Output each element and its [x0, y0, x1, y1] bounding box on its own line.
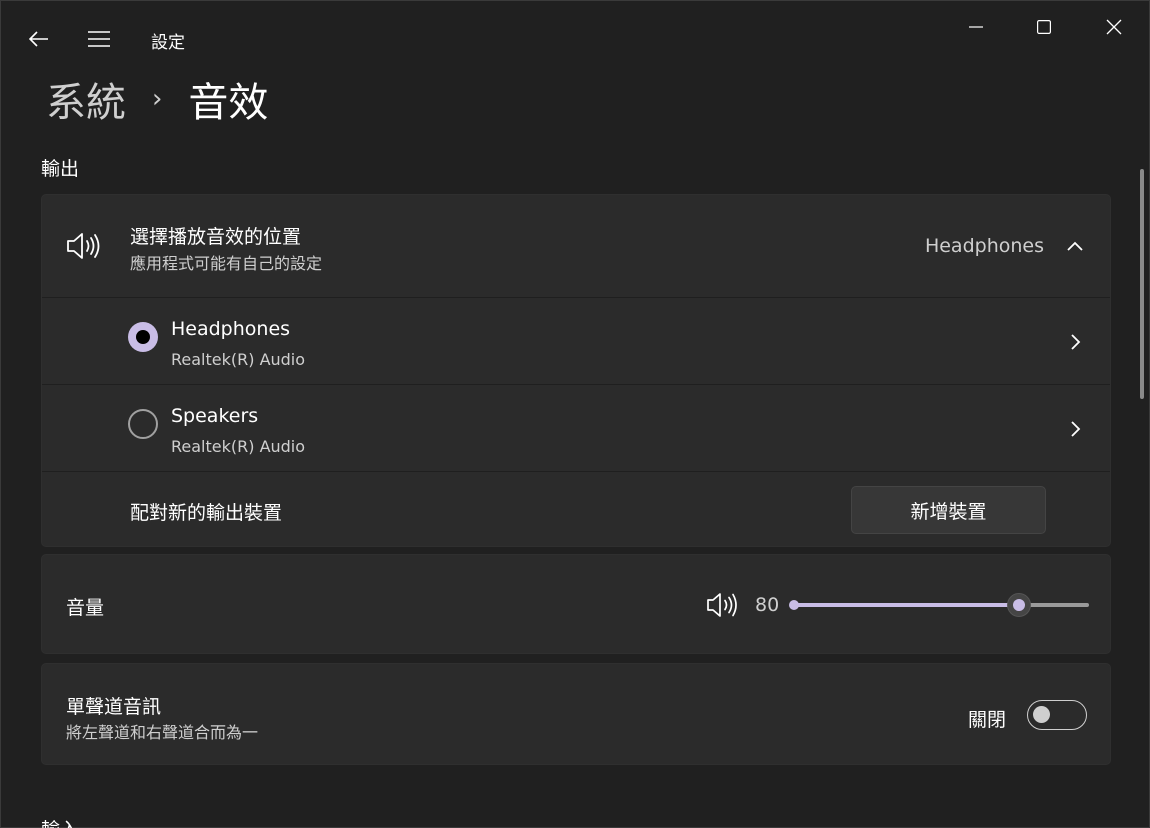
breadcrumb-separator: ›: [152, 84, 163, 114]
app-title: 設定: [151, 33, 185, 53]
output-header-subtitle: 應用程式可能有自己的設定: [130, 254, 323, 273]
minimize-button[interactable]: [953, 7, 999, 47]
output-section-label: 輸出: [41, 158, 80, 180]
add-device-button[interactable]: 新增裝置: [851, 486, 1046, 534]
maximize-icon: [1037, 20, 1051, 34]
mono-audio-title: 單聲道音訊: [66, 696, 162, 718]
device-subtitle: Realtek(R) Audio: [171, 437, 306, 456]
chevron-right-icon[interactable]: [1064, 418, 1086, 440]
chevron-right-icon[interactable]: [1064, 331, 1086, 353]
title-bar: 設定: [1, 1, 1149, 73]
radio-headphones[interactable]: [128, 322, 158, 352]
speaker-icon: [67, 233, 100, 259]
input-section-label: 輸入: [41, 815, 79, 828]
toggle-knob: [1033, 706, 1050, 723]
close-button[interactable]: [1091, 7, 1137, 47]
device-row-headphones[interactable]: Headphones Realtek(R) Audio: [42, 297, 1110, 384]
volume-card: 音量 80: [41, 554, 1111, 654]
mono-audio-subtitle: 將左聲道和右聲道合而為一: [66, 723, 259, 742]
output-header-title: 選擇播放音效的位置: [130, 226, 302, 248]
device-row-speakers[interactable]: Speakers Realtek(R) Audio: [42, 384, 1110, 471]
device-name: Speakers: [171, 405, 259, 427]
back-button[interactable]: [21, 21, 57, 57]
close-icon: [1106, 19, 1122, 35]
maximize-button[interactable]: [1021, 7, 1067, 47]
device-name: Headphones: [171, 318, 291, 340]
slider-start-dot: [789, 600, 799, 610]
volume-label: 音量: [66, 597, 105, 619]
radio-speakers[interactable]: [128, 409, 158, 439]
toggle-state-label: 關閉: [968, 709, 1007, 731]
chevron-up-icon[interactable]: [1064, 235, 1086, 257]
arrow-left-icon: [29, 31, 48, 47]
scrollbar[interactable]: [1140, 169, 1144, 399]
minimize-icon: [969, 26, 983, 28]
settings-window: 設定 系統 › 音效 輸出 選擇播放音效的位置 應用程式可能有自己的設定 Hea…: [0, 0, 1150, 828]
volume-value: 80: [755, 594, 780, 616]
breadcrumb-parent[interactable]: 系統: [46, 70, 126, 128]
mono-audio-card: 單聲道音訊 將左聲道和右聲道合而為一 關閉: [41, 663, 1111, 765]
selected-output-value: Headphones: [924, 235, 1044, 257]
breadcrumb: 系統 › 音效: [46, 71, 268, 127]
output-card: 選擇播放音效的位置 應用程式可能有自己的設定 Headphones Headph…: [41, 194, 1111, 547]
slider-fill: [791, 603, 1030, 607]
device-subtitle: Realtek(R) Audio: [171, 350, 306, 369]
output-device-expander[interactable]: 選擇播放音效的位置 應用程式可能有自己的設定 Headphones: [42, 195, 1110, 297]
slider-thumb[interactable]: [1007, 593, 1032, 617]
pair-device-label: 配對新的輸出裝置: [130, 502, 283, 524]
hamburger-icon: [88, 31, 110, 47]
menu-button[interactable]: [81, 21, 117, 57]
volume-slider[interactable]: [789, 593, 1089, 617]
mono-audio-toggle[interactable]: [1027, 700, 1087, 730]
volume-icon[interactable]: [706, 591, 740, 619]
pair-device-row: 配對新的輸出裝置 新增裝置: [42, 471, 1110, 547]
page-title: 音效: [188, 80, 269, 126]
